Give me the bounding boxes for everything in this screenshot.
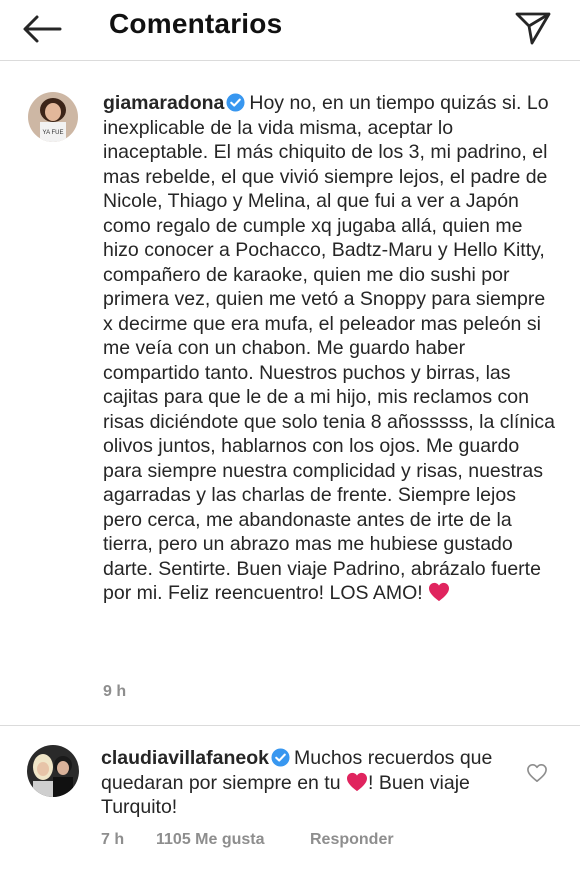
red-heart-emoji bbox=[429, 582, 450, 602]
avatar[interactable] bbox=[27, 745, 79, 797]
verified-badge-icon bbox=[226, 93, 245, 112]
likes-count[interactable]: 1105 Me gusta bbox=[156, 831, 265, 849]
red-heart-emoji bbox=[347, 772, 367, 791]
page-title: Comentarios bbox=[109, 8, 283, 39]
comment-time: 7 h bbox=[101, 831, 125, 848]
back-arrow-icon[interactable] bbox=[22, 14, 62, 44]
avatar[interactable]: YA FUE bbox=[28, 92, 78, 142]
comment-body: claudiavillafaneok Muchos recuerdos que q… bbox=[101, 746, 521, 820]
verified-badge-icon bbox=[271, 748, 290, 767]
comment-time: 9 h bbox=[103, 683, 127, 700]
comment-text: Hoy no, en un tiempo quizás si. Lo inexp… bbox=[103, 92, 556, 604]
header-bar: Comentarios bbox=[0, 0, 580, 58]
comment-body: giamaradona Hoy no, en un tiempo quizás s… bbox=[103, 91, 555, 606]
svg-text:YA FUE: YA FUE bbox=[43, 130, 64, 136]
comment-divider bbox=[0, 725, 580, 726]
comment-username[interactable]: claudiavillafaneok bbox=[101, 747, 269, 769]
like-heart-icon[interactable] bbox=[526, 763, 548, 783]
reply-button[interactable]: Responder bbox=[310, 831, 394, 849]
header-divider bbox=[0, 60, 580, 61]
direct-send-icon[interactable] bbox=[514, 10, 552, 46]
comment-username[interactable]: giamaradona bbox=[103, 92, 224, 114]
